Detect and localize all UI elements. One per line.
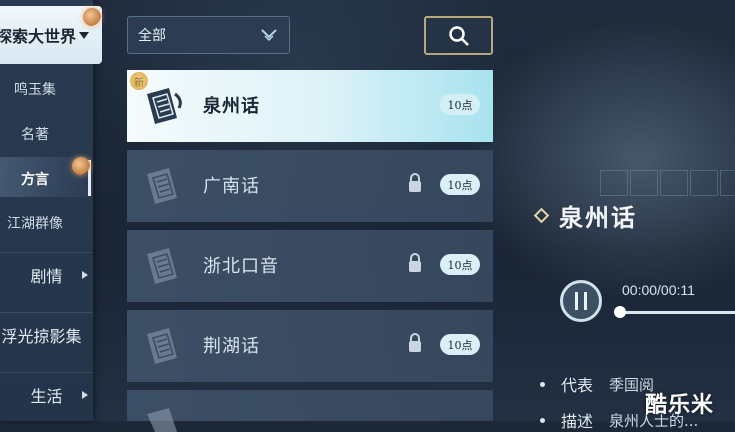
cost-badge: 10点 [440, 174, 480, 195]
item-title: 泉州话 [203, 96, 260, 117]
audio-progress-knob[interactable] [614, 306, 626, 318]
filter-value: 全部 [138, 28, 166, 44]
book-icon [147, 88, 182, 124]
cost-badge: 10点 [440, 94, 480, 115]
sidebar: 探索大世界 鸣玉集 名著 方言 江湖群像 剧情 浮光掠影集 生活 [0, 0, 102, 421]
sidebar-subitem-fangyan[interactable]: 方言 [0, 169, 70, 189]
cost-badge: 10点 [440, 334, 480, 355]
sidebar-category-life[interactable]: 生活 [0, 372, 93, 417]
representative-row: 代表 季国阅 [540, 372, 654, 396]
lock-icon [409, 173, 421, 192]
detail-title: 泉州话 [533, 198, 637, 233]
sidebar-subitem-mingyu[interactable]: 鸣玉集 [0, 79, 70, 99]
pause-button[interactable] [560, 280, 602, 322]
item-title: 浙北口音 [203, 256, 279, 277]
sidebar-subitem-jianghu[interactable]: 江湖群像 [0, 213, 74, 233]
list-item[interactable]: 浙北口音 10点 [127, 230, 493, 302]
cost-badge: 10点 [440, 254, 480, 275]
category-label: 浮光掠影集 [1, 327, 82, 346]
filter-dropdown[interactable]: 全部 [127, 16, 290, 54]
decorative-tiles [600, 170, 735, 196]
list-item[interactable]: 广南话 10点 [127, 150, 493, 222]
category-label: 剧情 [30, 267, 63, 286]
watermark: 酷乐米 [645, 393, 715, 418]
detail-title-text: 泉州话 [559, 203, 637, 232]
category-label: 生活 [30, 387, 63, 406]
list-item[interactable]: 荆湖话 10点 [127, 310, 493, 382]
chevron-right-icon [82, 271, 88, 279]
glow-orb-icon [83, 8, 101, 26]
pause-icon-bar [584, 292, 587, 310]
description-label: 描述 [561, 412, 594, 431]
item-title: 广南话 [203, 176, 260, 197]
list-item-partial[interactable] [127, 390, 493, 432]
glow-orb-icon [72, 157, 90, 175]
lock-icon [409, 333, 421, 352]
item-title: 荆湖话 [203, 336, 260, 357]
book-icon [147, 168, 177, 204]
book-icon [147, 248, 177, 284]
lock-icon [409, 253, 421, 272]
audio-progress-track[interactable] [620, 311, 735, 314]
diamond-icon [533, 207, 550, 224]
pause-icon-bar [575, 292, 578, 310]
sidebar-category-story[interactable]: 剧情 [0, 252, 93, 297]
book-icon [147, 408, 177, 432]
world-selector-label: 探索大世界 [0, 27, 77, 46]
sidebar-subitem-mingzhu[interactable]: 名著 [0, 124, 70, 144]
book-icon [147, 328, 177, 364]
chevron-down-icon [261, 29, 277, 42]
audio-time: 00:00/00:11 [622, 282, 695, 298]
search-button[interactable] [424, 16, 493, 55]
sidebar-category-fuguang[interactable]: 浮光掠影集 [0, 312, 93, 357]
caret-down-icon [79, 31, 90, 39]
bullet-icon [540, 381, 545, 387]
search-icon [448, 25, 469, 46]
representative-label: 代表 [561, 376, 594, 395]
bullet-icon [540, 417, 545, 423]
chevron-right-icon [82, 391, 88, 399]
list-item[interactable]: 新 泉州话 10点 [127, 70, 493, 142]
